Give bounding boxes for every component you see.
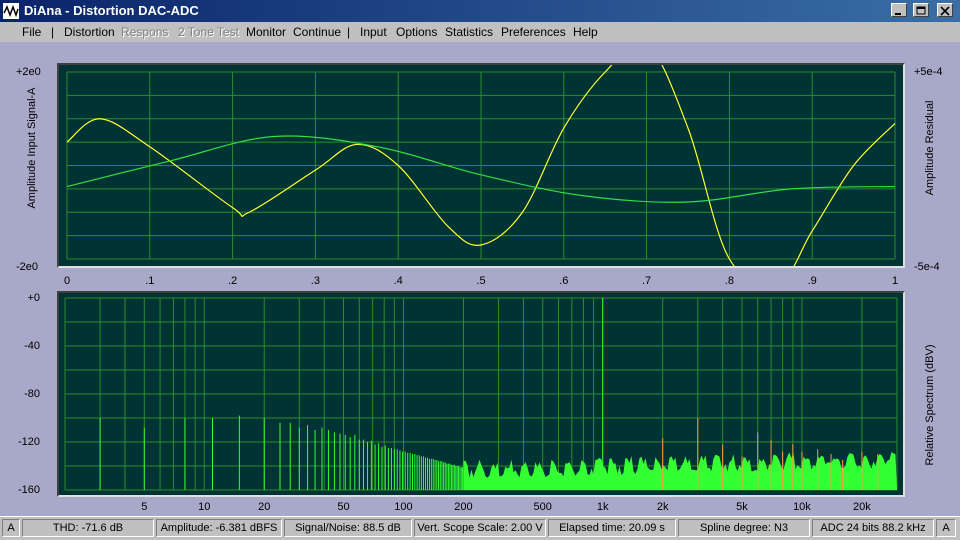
spectrum-x-tick: 10k: [793, 501, 811, 513]
spectrum-y-tick: -80: [24, 388, 40, 400]
status-bar: A THD: -71.6 dB Amplitude: -6.381 dBFS S…: [0, 516, 960, 540]
spectrum-ylabel: Relative Spectrum (dBV): [924, 344, 936, 466]
scope-chart: [66, 65, 896, 266]
status-channel-right: A: [936, 519, 956, 537]
close-icon: [940, 6, 950, 16]
menu-bar: File | Distortion Respons 2 Tone Test Mo…: [0, 22, 960, 42]
scope-x-tick: .4: [393, 275, 403, 287]
scope-x-tick: .5: [476, 275, 486, 287]
spectrum-x-tick: 5: [141, 501, 148, 513]
spectrum-y-tick: -40: [24, 340, 40, 352]
spectrum-y-tick: +0: [27, 292, 40, 304]
status-channel-left: A: [2, 519, 20, 537]
menu-file[interactable]: File: [22, 25, 41, 39]
spectrum-x-tick: 10: [198, 501, 211, 513]
menu-options[interactable]: Options: [396, 25, 437, 39]
spectrum-x-tick: 500: [533, 501, 552, 513]
status-adc: ADC 24 bits 88.2 kHz: [812, 519, 934, 537]
scope-x-tick: .9: [807, 275, 817, 287]
menu-help[interactable]: Help: [573, 25, 598, 39]
status-thd: THD: -71.6 dB: [22, 519, 154, 537]
spectrum-noise-floor: [463, 452, 897, 490]
scope-x-tick: .6: [559, 275, 569, 287]
scope-ylabel: Amplitude Input Signal-A: [26, 87, 38, 209]
scope-plot[interactable]: [57, 63, 905, 268]
window-title: DiAna - Distortion DAC-ADC: [24, 3, 199, 18]
spectrum-y-tick: -120: [17, 436, 40, 448]
scope-ymin-label: -2e0: [16, 261, 39, 273]
scope-x-tick: .7: [642, 275, 652, 287]
spectrum-x-tick: 2k: [656, 501, 669, 513]
status-scope-scale: Vert. Scope Scale: 2.00 V: [414, 519, 546, 537]
menu-separator: |: [347, 25, 351, 39]
maximize-icon: [916, 6, 926, 15]
menu-statistics[interactable]: Statistics: [445, 25, 493, 39]
menu-distortion[interactable]: Distortion: [64, 25, 115, 39]
scope-x-tick: .8: [724, 275, 734, 287]
spectrum-x-tick: 20: [258, 501, 271, 513]
status-signal-noise: Signal/Noise: 88.5 dB: [284, 519, 412, 537]
menu-2-tone-test[interactable]: 2 Tone Test: [178, 25, 239, 39]
spectrum-chart: [64, 297, 898, 491]
maximize-button[interactable]: [913, 3, 929, 17]
menu-monitor[interactable]: Monitor: [246, 25, 286, 39]
close-button[interactable]: [937, 3, 953, 17]
status-elapsed-time: Elapsed time: 20.09 s: [548, 519, 676, 537]
minimize-icon: [895, 13, 901, 15]
analysis-canvas: +2e0 -2e0 +5e-4 -5e-4 Amplitude Input Si…: [0, 42, 960, 516]
spectrum-x-tick: 100: [394, 501, 413, 513]
spectrum-x-tick: 20k: [853, 501, 871, 513]
menu-continue[interactable]: Continue: [293, 25, 341, 39]
menu-input[interactable]: Input: [360, 25, 387, 39]
title-bar: DiAna - Distortion DAC-ADC: [0, 0, 960, 22]
spectrum-plot[interactable]: [57, 291, 905, 497]
minimize-button[interactable]: [891, 3, 907, 17]
scope-ymin-right-label: -5e-4: [914, 261, 940, 273]
scope-ymax-right-label: +5e-4: [914, 66, 943, 78]
app-icon: [3, 3, 19, 19]
scope-x-tick: .1: [145, 275, 155, 287]
menu-preferences[interactable]: Preferences: [501, 25, 566, 39]
spectrum-x-tick: 50: [337, 501, 350, 513]
scope-x-tick: .2: [228, 275, 238, 287]
scope-grid: [66, 71, 896, 260]
scope-x-tick: 0: [63, 275, 71, 287]
spectrum-x-tick: 1k: [596, 501, 609, 513]
status-amplitude: Amplitude: -6.381 dBFS: [156, 519, 282, 537]
menu-respons[interactable]: Respons: [121, 25, 168, 39]
scope-x-tick: 1: [891, 275, 899, 287]
menu-separator: |: [51, 25, 55, 39]
scope-ymax-label: +2e0: [16, 66, 41, 78]
spectrum-x-tick: 200: [454, 501, 473, 513]
spectrum-grid: [64, 297, 898, 491]
scope-x-tick: .3: [310, 275, 320, 287]
status-spline-degree: Spline degree: N3: [678, 519, 810, 537]
spectrum-y-tick: -160: [17, 484, 40, 496]
spectrum-x-tick: 5k: [736, 501, 748, 513]
scope-ylabel-right: Amplitude Residual: [924, 100, 936, 196]
